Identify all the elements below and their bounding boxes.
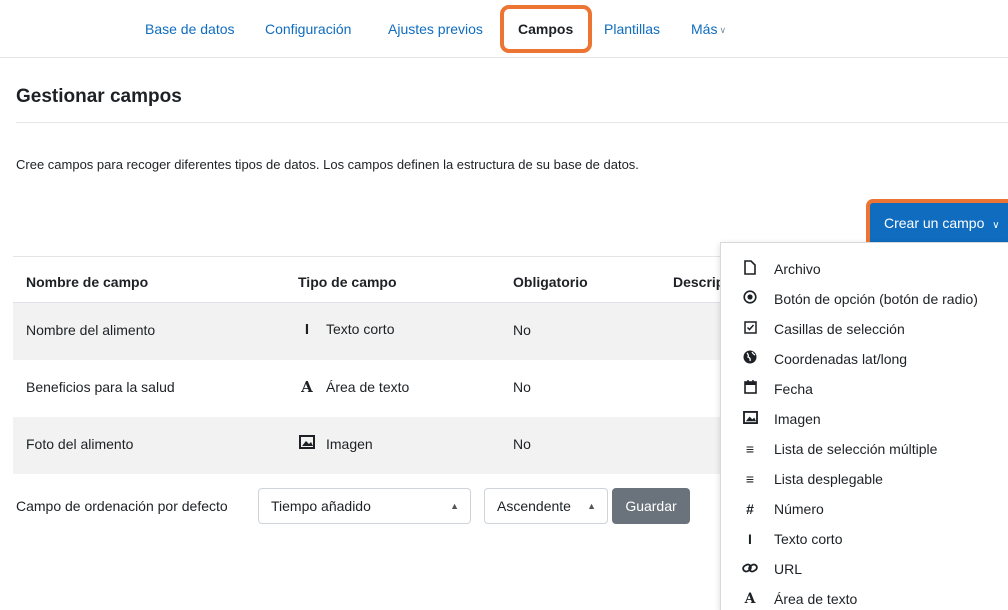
create-button-highlight-frame: Crear un campo ∨ [866, 199, 1008, 248]
text-cursor-icon: I [304, 321, 310, 338]
column-header-name: Nombre de campo [26, 274, 149, 290]
sort-order-select[interactable]: Ascendente ▲ [484, 488, 608, 524]
field-type: Imagen [298, 435, 373, 453]
menu-item-label: Imagen [774, 411, 821, 427]
menu-item-label: Lista desplegable [774, 471, 883, 487]
menu-item-label: Coordenadas lat/long [774, 351, 908, 367]
tab-mas-label: Más [691, 21, 718, 37]
menu-item-lista-multiple[interactable]: ≡ Lista de selección múltiple [721, 434, 1008, 464]
field-type: I Texto corto [298, 321, 395, 338]
menu-item-label: Botón de opción (botón de radio) [774, 291, 978, 307]
textarea-icon: A [301, 378, 313, 396]
menu-item-label: Lista de selección múltiple [774, 441, 938, 457]
menu-item-lista-desplegable[interactable]: ≡ Lista desplegable [721, 464, 1008, 494]
menu-item-coordenadas[interactable]: Coordenadas lat/long [721, 344, 1008, 374]
image-icon [741, 410, 759, 428]
table-row: Beneficios para la salud A Área de texto … [13, 360, 733, 417]
menu-item-label: Área de texto [774, 591, 858, 607]
link-icon [741, 560, 759, 578]
checkbox-icon [741, 320, 759, 338]
menu-item-url[interactable]: URL [721, 554, 1008, 584]
menu-item-label: Fecha [774, 381, 813, 397]
list-icon: ≡ [745, 441, 755, 457]
file-icon [741, 260, 759, 279]
default-sort-label: Campo de ordenación por defecto [16, 498, 228, 514]
field-type: A Área de texto [298, 378, 409, 396]
hash-icon: # [746, 501, 754, 517]
tab-configuracion[interactable]: Configuración [265, 21, 351, 37]
menu-item-texto-corto[interactable]: I Texto corto [721, 524, 1008, 554]
sort-order-value: Ascendente [497, 498, 571, 514]
field-name: Foto del alimento [26, 436, 134, 452]
sort-field-value: Tiempo añadido [271, 498, 371, 514]
menu-item-imagen[interactable]: Imagen [721, 404, 1008, 434]
tab-highlight-frame [500, 5, 592, 53]
field-required: No [513, 436, 531, 452]
text-cursor-icon: I [748, 531, 752, 547]
menu-item-area-de-texto[interactable]: A Área de texto [721, 584, 1008, 610]
field-name: Nombre del alimento [26, 322, 156, 338]
field-required: No [513, 322, 531, 338]
column-header-type: Tipo de campo [298, 274, 397, 290]
create-field-button[interactable]: Crear un campo ∨ [870, 203, 1008, 244]
tab-ajustes-previos[interactable]: Ajustes previos [388, 21, 483, 37]
secondary-navigation: Base de datos Configuración Ajustes prev… [0, 0, 1008, 58]
table-row: Foto del alimento Imagen No [13, 417, 733, 474]
select-arrows-icon: ▲ [587, 501, 596, 511]
menu-item-casillas[interactable]: Casillas de selección [721, 314, 1008, 344]
table-row: Nombre del alimento I Texto corto No [13, 303, 733, 360]
image-icon [298, 435, 316, 453]
tab-plantillas[interactable]: Plantillas [604, 21, 660, 37]
menu-item-label: Casillas de selección [774, 321, 905, 337]
chevron-down-icon: ∨ [992, 220, 1000, 231]
menu-item-fecha[interactable]: Fecha [721, 374, 1008, 404]
page-title: Gestionar campos [16, 86, 182, 107]
menu-item-label: Texto corto [774, 531, 843, 547]
tab-mas[interactable]: Más ∨ [691, 21, 726, 37]
divider [16, 122, 1008, 123]
radio-icon [741, 290, 759, 308]
field-type-label: Área de texto [326, 379, 410, 395]
column-header-required: Obligatorio [513, 274, 588, 290]
field-name: Beneficios para la salud [26, 379, 175, 395]
tab-base-de-datos[interactable]: Base de datos [145, 21, 235, 37]
save-button[interactable]: Guardar [612, 488, 690, 524]
field-type-label: Texto corto [326, 321, 395, 337]
menu-item-label: URL [774, 561, 803, 577]
page-description: Cree campos para recoger diferentes tipo… [16, 157, 639, 172]
sort-field-select[interactable]: Tiempo añadido ▲ [258, 488, 471, 524]
field-required: No [513, 379, 531, 395]
menu-item-label: Número [774, 501, 824, 517]
globe-icon [741, 350, 759, 368]
list-icon: ≡ [745, 471, 755, 487]
textarea-icon: A [744, 591, 756, 607]
create-field-label: Crear un campo [884, 215, 985, 231]
column-header-description: Descrip [673, 274, 725, 290]
field-type-dropdown-menu: Archivo Botón de opción (botón de radio)… [720, 242, 1008, 610]
select-arrows-icon: ▲ [450, 501, 459, 511]
menu-item-archivo[interactable]: Archivo [721, 254, 1008, 284]
calendar-icon [741, 380, 759, 398]
chevron-down-icon: ∨ [719, 24, 727, 35]
menu-item-label: Archivo [774, 261, 821, 277]
table-header-row: Nombre de campo Tipo de campo Obligatori… [13, 256, 733, 303]
field-type-label: Imagen [326, 436, 373, 452]
menu-item-boton-de-opcion[interactable]: Botón de opción (botón de radio) [721, 284, 1008, 314]
menu-item-numero[interactable]: # Número [721, 494, 1008, 524]
